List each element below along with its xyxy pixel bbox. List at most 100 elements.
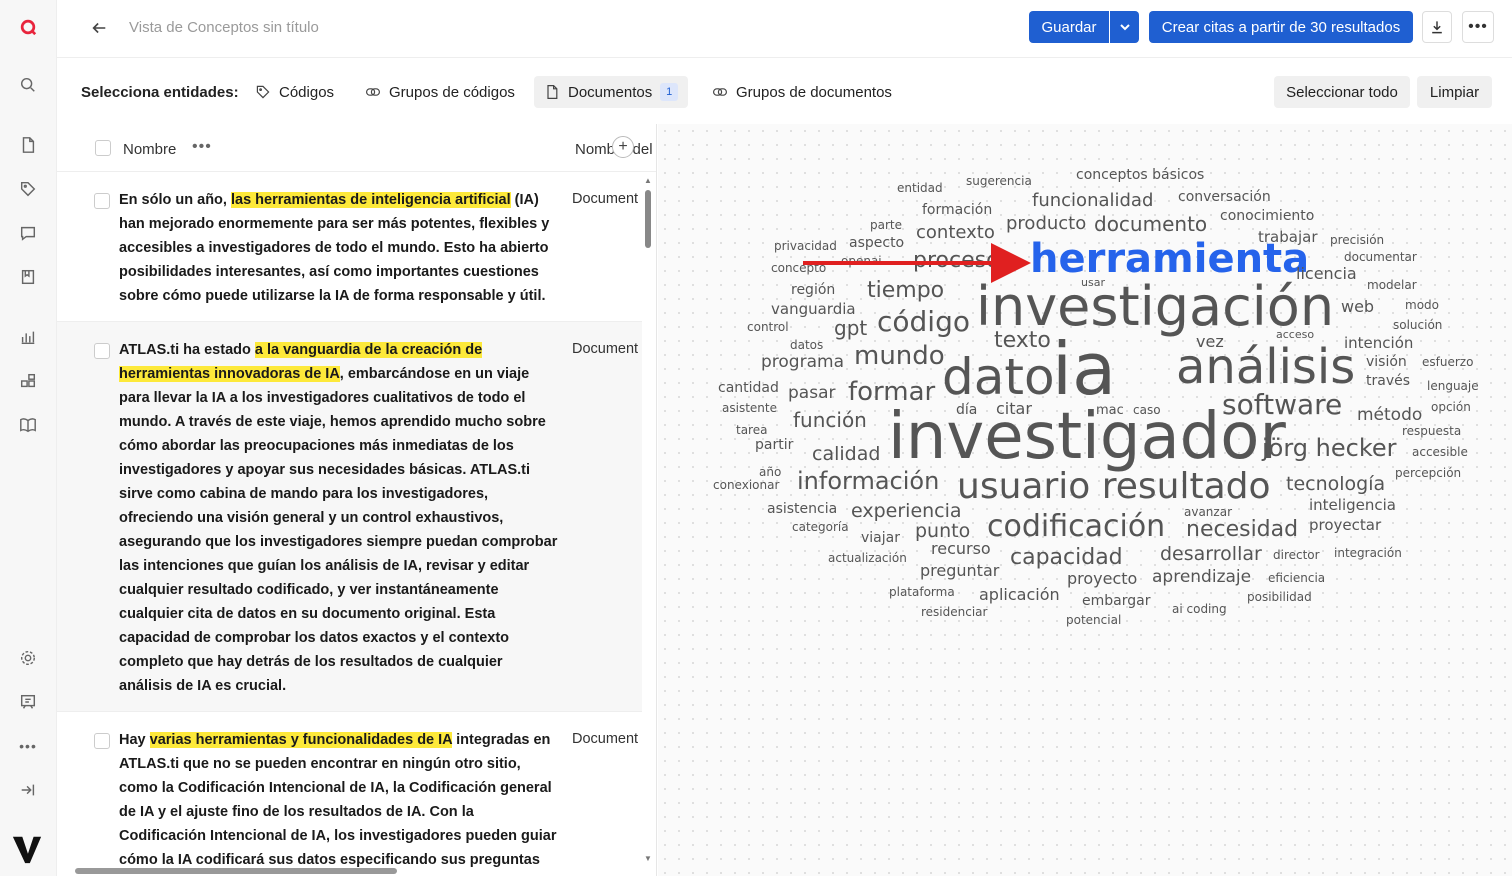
more-options-button[interactable]: ••• [1462, 11, 1494, 43]
word-cloud-word[interactable]: partir [755, 437, 794, 453]
word-cloud-word[interactable]: funcionalidad [1032, 190, 1153, 211]
tab-code-groups[interactable]: Grupos de códigos [355, 76, 525, 108]
word-cloud-word[interactable]: opción [1431, 400, 1471, 414]
download-button[interactable] [1422, 11, 1452, 43]
word-cloud-word[interactable]: proyecto [1067, 569, 1137, 588]
word-cloud-word[interactable]: región [791, 282, 835, 298]
word-cloud-word[interactable]: programa [761, 352, 844, 372]
vertical-scroll-thumb[interactable] [645, 190, 651, 248]
word-cloud-word[interactable]: percepción [1395, 466, 1461, 480]
word-cloud-word[interactable]: director [1273, 548, 1320, 562]
word-cloud-word[interactable]: posibilidad [1247, 590, 1312, 604]
word-cloud-word[interactable]: lenguaje [1427, 379, 1479, 393]
word-cloud-word[interactable]: producto [1006, 213, 1086, 234]
list-item[interactable]: En sólo un año, las herramientas de inte… [57, 172, 642, 322]
word-cloud-word[interactable]: sugerencia [966, 174, 1032, 188]
word-cloud-word[interactable]: ai coding [1172, 602, 1227, 616]
word-cloud-word[interactable]: eficiencia [1268, 571, 1325, 585]
word-cloud-word[interactable]: datos [790, 338, 823, 352]
document-icon[interactable] [14, 131, 42, 159]
word-cloud-word[interactable]: usuario resultado [957, 466, 1271, 507]
select-all-checkbox[interactable] [95, 140, 111, 156]
memo-icon[interactable] [14, 263, 42, 291]
word-cloud-word[interactable]: asistencia [767, 501, 837, 517]
word-cloud-word[interactable]: potencial [1066, 613, 1121, 627]
word-cloud-word[interactable]: experiencia [851, 500, 962, 522]
column-options-button[interactable]: ••• [192, 138, 212, 156]
word-cloud-word[interactable]: contexto [916, 222, 995, 243]
word-cloud-word[interactable]: viajar [861, 530, 900, 546]
feedback-icon[interactable] [14, 688, 42, 716]
row-checkbox[interactable] [94, 343, 110, 359]
word-cloud-word[interactable]: necesidad [1186, 517, 1298, 542]
word-cloud-word[interactable]: conceptos básicos [1076, 167, 1204, 183]
word-cloud-word[interactable]: asistente [722, 401, 777, 415]
back-arrow-icon[interactable] [85, 14, 113, 42]
word-cloud-word[interactable]: dato [942, 348, 1055, 406]
word-cloud-word[interactable]: precisión [1330, 233, 1384, 247]
word-cloud-word[interactable]: aplicación [979, 585, 1060, 604]
word-cloud-word[interactable]: tecnología [1286, 473, 1385, 495]
page-title[interactable]: Vista de Conceptos sin título [129, 19, 319, 36]
chart-icon[interactable] [14, 323, 42, 351]
word-cloud-word[interactable]: categoría [792, 520, 849, 534]
tab-document-groups[interactable]: Grupos de documentos [702, 76, 902, 108]
list-item[interactable]: Hay varias herramientas y funcionalidade… [57, 712, 642, 876]
word-cloud-word[interactable]: entidad [897, 181, 943, 195]
word-cloud-word[interactable]: control [747, 320, 789, 334]
word-cloud-word[interactable]: jörg hecker [1261, 434, 1397, 462]
word-cloud-word[interactable]: documento [1094, 212, 1207, 236]
word-cloud-word[interactable]: solución [1393, 318, 1442, 332]
word-cloud-word[interactable]: información [797, 467, 939, 495]
select-all-button[interactable]: Seleccionar todo [1274, 76, 1410, 108]
word-cloud-word[interactable]: codificación [987, 509, 1165, 544]
word-cloud-word[interactable]: análisis [1176, 339, 1355, 395]
atlas-logo-icon[interactable] [14, 13, 42, 41]
word-cloud-word[interactable]: recurso [931, 539, 991, 558]
tab-documents[interactable]: Documentos 1 [534, 76, 689, 108]
word-cloud-word[interactable]: aspecto [849, 235, 904, 251]
network-icon[interactable] [14, 367, 42, 395]
word-cloud-word[interactable]: integración [1334, 546, 1402, 560]
tag-icon[interactable] [14, 175, 42, 203]
vertical-scrollbar[interactable]: ▲ ▼ [643, 176, 653, 866]
word-cloud-word[interactable]: código [877, 305, 970, 338]
word-cloud-word[interactable]: aprendizaje [1152, 567, 1251, 587]
horizontal-scroll-thumb[interactable] [75, 868, 397, 874]
word-cloud-word[interactable]: modo [1405, 298, 1439, 312]
horizontal-scrollbar[interactable] [57, 864, 642, 876]
word-cloud-word[interactable]: plataforma [889, 585, 955, 599]
word-cloud-word[interactable]: gpt [834, 316, 867, 340]
comment-icon[interactable] [14, 219, 42, 247]
word-cloud-word[interactable]: proyectar [1309, 516, 1382, 534]
word-cloud-word[interactable]: proceso [913, 248, 1000, 273]
search-icon[interactable] [14, 71, 42, 99]
word-cloud-word[interactable]: privacidad [774, 239, 837, 253]
word-cloud-word[interactable]: modelar [1367, 278, 1417, 292]
more-icon[interactable]: ••• [14, 732, 42, 760]
collapse-sidebar-icon[interactable] [14, 776, 42, 804]
clear-button[interactable]: Limpiar [1417, 76, 1492, 108]
word-cloud-word[interactable]: respuesta [1402, 424, 1461, 438]
word-cloud-word[interactable]: conocimiento [1220, 208, 1314, 224]
word-cloud-word[interactable]: tarea [736, 423, 767, 437]
word-cloud-word[interactable]: documentar [1344, 250, 1417, 264]
scroll-up-arrow-icon[interactable]: ▲ [644, 176, 652, 185]
word-cloud-word[interactable]: preguntar [920, 561, 1000, 580]
word-cloud-word[interactable]: desarrollar [1160, 543, 1262, 565]
word-cloud-word[interactable]: web [1341, 297, 1374, 316]
word-cloud-word[interactable]: actualización [828, 551, 907, 565]
word-cloud-word[interactable]: calidad [812, 443, 880, 465]
word-cloud-word[interactable]: año [759, 465, 781, 479]
word-cloud-word[interactable]: través [1366, 373, 1410, 389]
list-item[interactable]: ATLAS.ti ha estado a la vanguardia de la… [57, 322, 642, 712]
word-cloud-word[interactable]: conexionar [713, 478, 779, 492]
word-cloud-word[interactable]: capacidad [1010, 545, 1123, 570]
row-checkbox[interactable] [94, 733, 110, 749]
scroll-down-arrow-icon[interactable]: ▼ [644, 854, 652, 863]
word-cloud-word[interactable]: parte [870, 218, 902, 232]
word-cloud-word[interactable]: residenciar [921, 605, 988, 619]
create-quotes-button[interactable]: Crear citas a partir de 30 resultados [1149, 11, 1413, 43]
save-button[interactable]: Guardar [1029, 11, 1109, 43]
book-icon[interactable] [14, 411, 42, 439]
